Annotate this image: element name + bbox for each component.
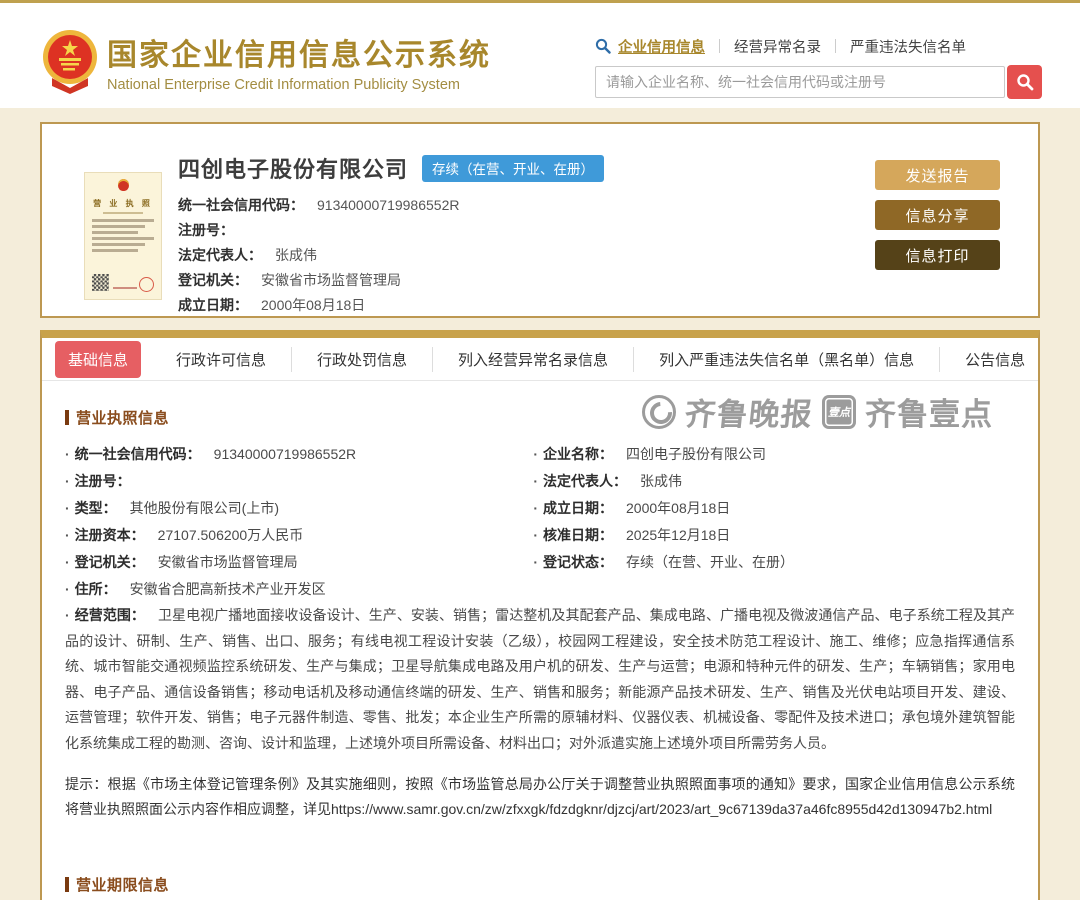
section-title-business-term-info: 营业期限信息 — [65, 874, 1015, 895]
field-company-name: 企业名称：四创电子股份有限公司 — [533, 441, 1015, 468]
qilu-yidian-wordmark: 齐鲁壹点 — [865, 389, 993, 434]
send-report-button[interactable]: 发送报告 — [875, 160, 1000, 190]
license-title: 营 业 执 照 — [85, 198, 161, 209]
search-icon — [1016, 73, 1034, 91]
summary-field-establishment-date: 成立日期：2000年08月18日 — [178, 293, 604, 318]
field-approval-date: 核准日期：2025年12月18日 — [533, 522, 1015, 549]
license-fields-grid: 统一社会信用代码：91340000719986552R 企业名称：四创电子股份有… — [65, 441, 1015, 756]
action-buttons: 发送报告 信息分享 信息打印 — [875, 160, 1000, 270]
nav-link-abnormal-operations[interactable]: 经营异常名录 — [734, 36, 821, 57]
field-registered-capital: 注册资本：27107.506200万人民币 — [65, 522, 533, 549]
search-area: 企业信用信息 经营异常名录 严重违法失信名单 — [595, 36, 1042, 99]
detail-card: 基础信息 行政许可信息 行政处罚信息 列入经营异常名录信息 列入严重违法失信名单… — [40, 330, 1040, 900]
field-establishment-date: 成立日期：2000年08月18日 — [533, 495, 1015, 522]
summary-field-credit-code: 统一社会信用代码：91340000719986552R — [178, 193, 604, 218]
license-text-line — [92, 219, 154, 222]
search-icon — [595, 38, 611, 54]
license-decor-line — [103, 212, 143, 214]
field-registration-status: 登记状态：存续（在营、开业、在册） — [533, 549, 1015, 576]
status-badge: 存续（在营、开业、在册） — [422, 155, 604, 182]
field-registration-authority: 登记机关：安徽省市场监督管理局 — [65, 549, 533, 576]
tab-administrative-license[interactable]: 行政许可信息 — [151, 347, 291, 372]
field-credit-code: 统一社会信用代码：91340000719986552R — [65, 441, 533, 468]
summary-field-legal-representative: 法定代表人：张成伟 — [178, 243, 604, 268]
license-text-line — [92, 243, 145, 246]
tab-serious-violations-blacklist[interactable]: 列入严重违法失信名单（黑名单）信息 — [633, 347, 939, 372]
company-summary-card: 营 业 执 照 四创电子股份有限公司 存续（在营、开业、在册） 统一社会信用代码… — [40, 122, 1040, 318]
summary-field-registration-no: 注册号： — [178, 218, 604, 243]
tab-basic-info[interactable]: 基础信息 — [55, 341, 141, 378]
tab-administrative-penalty[interactable]: 行政处罚信息 — [291, 347, 432, 372]
search-input[interactable] — [595, 66, 1005, 98]
qilu-yidian-app-icon: 壹点 — [822, 395, 856, 429]
field-registration-no: 注册号： — [65, 468, 533, 495]
nav-link-serious-violations[interactable]: 严重违法失信名单 — [850, 36, 966, 57]
detail-content: 营业执照信息 统一社会信用代码：91340000719986552R 企业名称：… — [42, 407, 1038, 900]
license-qr-code — [92, 274, 109, 291]
site-header: 国家企业信用信息公示系统 National Enterprise Credit … — [0, 3, 1080, 108]
field-legal-representative: 法定代表人：张成伟 — [533, 468, 1015, 495]
license-seal-icon — [139, 277, 154, 292]
summary-field-registration-authority: 登记机关：安徽省市场监督管理局 — [178, 268, 604, 293]
divider — [719, 39, 720, 53]
field-business-scope: 经营范围：卫星电视广播地面接收设备设计、生产、安装、销售；雷达整机及其配套产品、… — [65, 603, 1015, 756]
tab-bar: 基础信息 行政许可信息 行政处罚信息 列入经营异常名录信息 列入严重违法失信名单… — [42, 338, 1038, 381]
notice-text: 提示：根据《市场主体登记管理条例》及其实施细则，按照《市场监管总局办公厅关于调整… — [65, 772, 1015, 822]
site-title-block: 国家企业信用信息公示系统 National Enterprise Credit … — [107, 30, 491, 93]
license-text-line — [92, 225, 145, 228]
summary-info: 四创电子股份有限公司 存续（在营、开业、在册） 统一社会信用代码：9134000… — [178, 152, 604, 318]
license-text-line — [92, 237, 154, 240]
qilu-watermark: 齐鲁晚报 壹点 齐鲁壹点 — [642, 389, 993, 434]
business-license-thumbnail[interactable]: 营 业 执 照 — [84, 172, 162, 300]
search-button[interactable] — [1007, 65, 1042, 99]
national-emblem-logo-icon — [42, 28, 98, 94]
logo-row: 国家企业信用信息公示系统 National Enterprise Credit … — [42, 28, 491, 94]
license-emblem-icon — [118, 179, 129, 191]
tab-abnormal-operations-list[interactable]: 列入经营异常名录信息 — [432, 347, 633, 372]
license-text-line — [92, 231, 138, 234]
search-row — [595, 65, 1042, 99]
qilu-evening-news-wordmark: 齐鲁晚报 — [683, 389, 816, 434]
share-info-button[interactable]: 信息分享 — [875, 200, 1000, 230]
license-text-line — [92, 249, 138, 252]
field-address: 住所：安徽省合肥高新技术产业开发区 — [65, 576, 1015, 603]
tab-announcements[interactable]: 公告信息 — [939, 347, 1050, 372]
search-nav: 企业信用信息 经营异常名录 严重违法失信名单 — [595, 36, 1042, 56]
company-name: 四创电子股份有限公司 — [178, 152, 408, 184]
field-company-type: 类型：其他股份有限公司(上市) — [65, 495, 533, 522]
nav-link-enterprise-credit[interactable]: 企业信用信息 — [618, 36, 705, 57]
print-info-button[interactable]: 信息打印 — [875, 240, 1000, 270]
qilu-evening-news-logo-icon — [642, 395, 676, 429]
site-subtitle: National Enterprise Credit Information P… — [107, 77, 491, 93]
license-text-line — [113, 287, 137, 289]
divider — [835, 39, 836, 53]
site-title: 国家企业信用信息公示系统 — [107, 30, 491, 74]
